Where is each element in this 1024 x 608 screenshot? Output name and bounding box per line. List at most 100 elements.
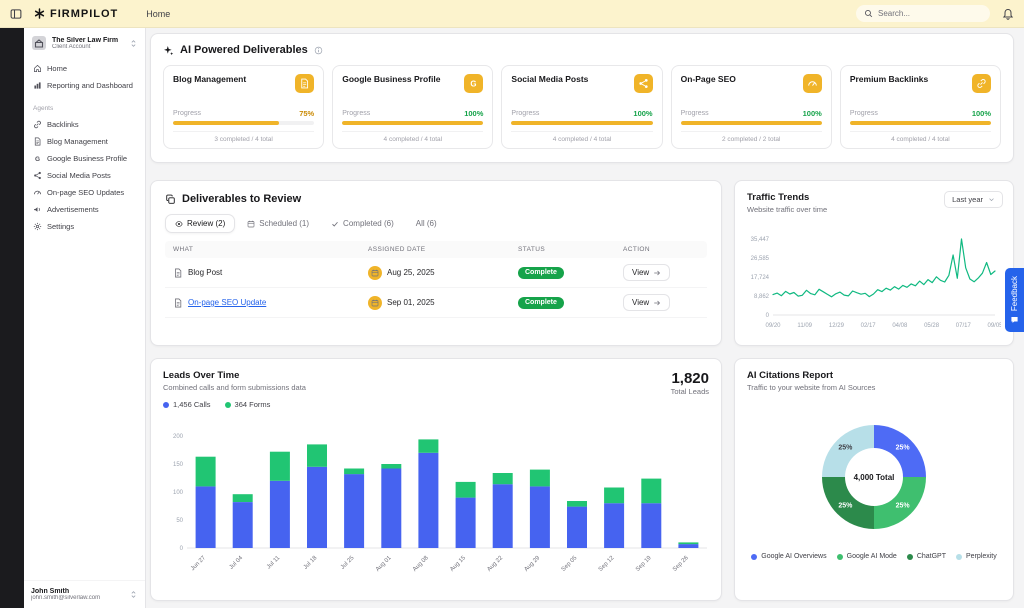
svg-text:G: G — [35, 156, 40, 163]
deliverable-title: Google Business Profile — [342, 74, 483, 84]
progress-row: Progress100% — [511, 109, 652, 118]
svg-text:09/20: 09/20 — [765, 323, 781, 329]
leads-title: Leads Over Time — [163, 370, 306, 381]
dashboard-icon — [33, 81, 42, 90]
feedback-button[interactable]: Feedback — [1005, 268, 1024, 332]
ai-deliverables-title: AI Powered Deliverables — [180, 44, 308, 56]
legend-dot — [837, 554, 843, 560]
user-menu[interactable]: John Smith john.smith@silverlaw.com — [24, 580, 145, 608]
citations-title: AI Citations Report — [747, 370, 1001, 381]
deliverable-card-social-media-posts: Social Media Posts Progress100% 4 complete… — [501, 65, 662, 149]
svg-text:26,585: 26,585 — [751, 256, 770, 262]
chevron-down-icon — [988, 196, 995, 203]
notifications-button[interactable] — [1002, 8, 1014, 20]
progress-fill — [850, 121, 991, 125]
progress-bar — [681, 121, 822, 125]
arrow-right-icon — [653, 269, 661, 277]
doc-icon — [299, 78, 310, 89]
view-button[interactable]: View — [623, 294, 670, 311]
main-content: AI Powered Deliverables Blog ManagementP… — [146, 28, 1024, 608]
cell-what: Blog Post — [165, 268, 360, 278]
leads-header-left: Leads Over Time Combined calls and form … — [163, 370, 306, 409]
eye-icon — [175, 220, 183, 228]
sidebar-item-reporting-and-dashboard[interactable]: Reporting and Dashboard — [29, 77, 140, 94]
sidebar-item-label: Backlinks — [47, 120, 79, 129]
seo-icon — [33, 188, 42, 197]
range-select-value: Last year — [952, 195, 983, 204]
account-text: The Silver Law Firm Client Account — [52, 37, 124, 50]
account-name: The Silver Law Firm — [52, 37, 124, 44]
sparkles-icon — [163, 45, 174, 56]
svg-text:12/29: 12/29 — [829, 323, 845, 329]
svg-text:09/05: 09/05 — [987, 323, 1001, 329]
account-type: Client Account — [52, 44, 124, 50]
progress-fill — [681, 121, 822, 125]
traffic-chart: 35,44726,58517,7248,862009/2011/0912/290… — [743, 229, 1001, 335]
sidebar-item-settings[interactable]: Settings — [29, 218, 140, 235]
sidebar-item-label: On-page SEO Updates — [47, 188, 124, 197]
deliverable-completed-count: 4 completed / 4 total — [511, 131, 652, 143]
sidebar-item-label: Blog Management — [47, 137, 108, 146]
topbar-page-link[interactable]: Home — [146, 9, 170, 19]
svg-text:8,862: 8,862 — [754, 294, 770, 300]
review-header: Deliverables to Review — [165, 193, 707, 205]
sidebar-item-on-page-seo-updates[interactable]: On-page SEO Updates — [29, 184, 140, 201]
view-button[interactable]: View — [623, 264, 670, 281]
sidebar-item-label: Google Business Profile — [47, 154, 127, 163]
google-icon: G — [468, 78, 479, 89]
progress-percent: 75% — [299, 109, 314, 118]
gear-icon — [33, 222, 42, 231]
sidebar-toggle-button[interactable] — [10, 8, 22, 20]
sidebar-item-home[interactable]: Home — [29, 60, 140, 77]
copy-icon — [165, 194, 176, 205]
view-label: View — [632, 298, 649, 307]
chevrons-up-down-icon — [129, 590, 138, 599]
svg-text:Sep 05: Sep 05 — [561, 555, 579, 573]
sidebar-item-backlinks[interactable]: Backlinks — [29, 116, 140, 133]
tab-review-2[interactable]: Review (2) — [165, 214, 235, 233]
firm-avatar — [31, 35, 47, 51]
calendar-badge — [368, 266, 382, 280]
account-switcher[interactable]: The Silver Law Firm Client Account — [24, 28, 145, 58]
tab-completed-6[interactable]: Completed (6) — [321, 214, 404, 233]
progress-percent: 100% — [633, 109, 652, 118]
svg-text:17,724: 17,724 — [751, 275, 770, 281]
progress-row: Progress100% — [342, 109, 483, 118]
deliverable-link[interactable]: On-page SEO Update — [188, 298, 266, 307]
ai-citations-card: AI Citations Report Traffic to your webs… — [734, 358, 1014, 601]
svg-text:50: 50 — [176, 518, 183, 524]
search-box[interactable] — [856, 5, 990, 22]
sidebar-spacer — [24, 237, 145, 580]
sidebar-item-google-business-profile[interactable]: G Google Business Profile — [29, 150, 140, 167]
sidebar-item-advertisements[interactable]: Advertisements — [29, 201, 140, 218]
sidebar-item-social-media-posts[interactable]: Social Media Posts — [29, 167, 140, 184]
deliverable-completed-count: 3 completed / 4 total — [173, 131, 314, 143]
bell-icon — [1002, 8, 1014, 20]
sidebar-item-label: Reporting and Dashboard — [47, 81, 133, 90]
svg-text:Jul 25: Jul 25 — [340, 555, 356, 571]
sidebar-item-blog-management[interactable]: Blog Management — [29, 133, 140, 150]
deliverable-icon-badge — [972, 74, 991, 93]
cell-action: View — [615, 294, 707, 311]
svg-text:04/08: 04/08 — [892, 323, 908, 329]
traffic-trends-card: Traffic Trends Website traffic over time… — [734, 180, 1014, 346]
legend-label: Google AI Mode — [847, 553, 897, 560]
deliverable-title: Social Media Posts — [511, 74, 652, 84]
donut-center-label: 4,000 Total — [845, 448, 903, 506]
column-header: WHAT — [165, 246, 360, 253]
deliverable-title: On-Page SEO — [681, 74, 822, 84]
tab-all-6[interactable]: All (6) — [406, 214, 447, 233]
search-input[interactable] — [878, 9, 982, 18]
sidebar-item-label: Social Media Posts — [47, 171, 111, 180]
range-select[interactable]: Last year — [944, 191, 1003, 208]
deliverable-card-google-business-profile: Google Business ProfileGProgress100%4 co… — [332, 65, 493, 149]
svg-text:200: 200 — [173, 434, 184, 440]
table-row: Blog PostAug 25, 2025CompleteView — [165, 258, 707, 288]
doc-icon — [173, 298, 183, 308]
cell-what: On-page SEO Update — [165, 298, 360, 308]
megaphone-icon — [33, 205, 42, 214]
info-icon[interactable] — [314, 46, 323, 55]
deliverable-icon-badge — [634, 74, 653, 93]
link-icon — [976, 78, 987, 89]
tab-scheduled-1[interactable]: Scheduled (1) — [237, 214, 319, 233]
